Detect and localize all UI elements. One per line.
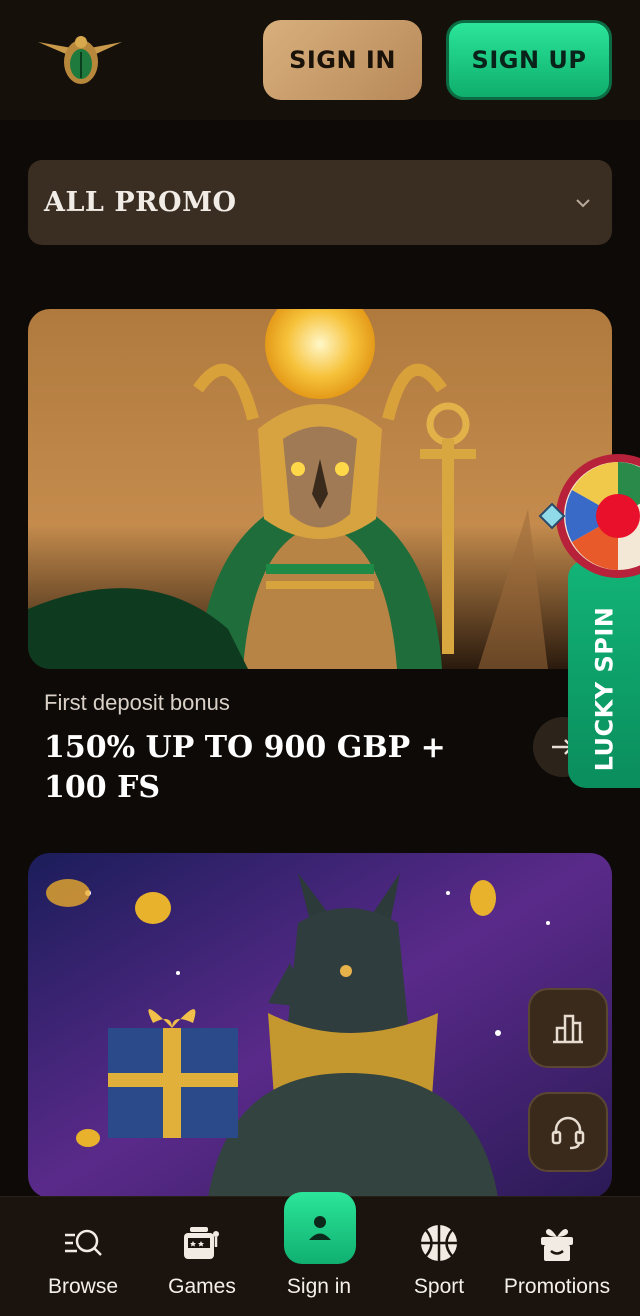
promo-title: 150% UP TO 900 GBP + 100 FS bbox=[44, 730, 446, 805]
nav-label-sport: Sport bbox=[413, 1275, 465, 1298]
promo-subtitle: First deposit bonus bbox=[44, 690, 230, 715]
nav-label-games: Games bbox=[168, 1275, 236, 1298]
support-button[interactable] bbox=[528, 1092, 608, 1172]
scarab-logo-icon[interactable] bbox=[36, 30, 126, 90]
lucky-spin-label: LUCKY SPIN bbox=[590, 606, 619, 772]
browse-search-icon bbox=[61, 1221, 105, 1265]
basketball-icon bbox=[417, 1221, 461, 1265]
nav-item-browse[interactable]: Browse bbox=[43, 1197, 123, 1316]
sign-in-button[interactable]: SIGN IN bbox=[263, 20, 422, 100]
slot-machine-icon bbox=[180, 1221, 224, 1265]
chevron-down-icon bbox=[576, 199, 590, 208]
nav-item-promotions[interactable]: Promotions bbox=[500, 1197, 614, 1316]
nav-item-sport[interactable]: Sport bbox=[400, 1197, 478, 1316]
nav-label-browse: Browse bbox=[47, 1275, 119, 1298]
top-header: SIGN IN SIGN UP bbox=[0, 0, 640, 120]
falcon-god-horus-illustration[interactable] bbox=[28, 309, 612, 669]
bar-chart-icon bbox=[553, 1014, 583, 1044]
nav-item-games[interactable]: Games bbox=[161, 1197, 243, 1316]
anubis-with-gift-illustration[interactable] bbox=[28, 853, 612, 1198]
lucky-spin-tab[interactable]: LUCKY SPIN bbox=[568, 560, 640, 788]
user-icon bbox=[309, 1216, 331, 1240]
sign-up-button[interactable]: SIGN UP bbox=[446, 20, 612, 100]
sign-in-nav-button[interactable] bbox=[284, 1192, 356, 1264]
nav-label-sign-in: Sign in bbox=[286, 1275, 352, 1298]
promo-filter-value: ALL PROMO bbox=[44, 187, 237, 218]
promo-filter-dropdown[interactable]: ALL PROMO bbox=[28, 160, 612, 245]
gift-icon bbox=[535, 1221, 579, 1265]
fortune-wheel-icon[interactable] bbox=[536, 450, 640, 586]
stats-button[interactable] bbox=[528, 988, 608, 1068]
headset-icon bbox=[551, 1116, 585, 1150]
nav-label-promotions: Promotions bbox=[503, 1275, 611, 1298]
